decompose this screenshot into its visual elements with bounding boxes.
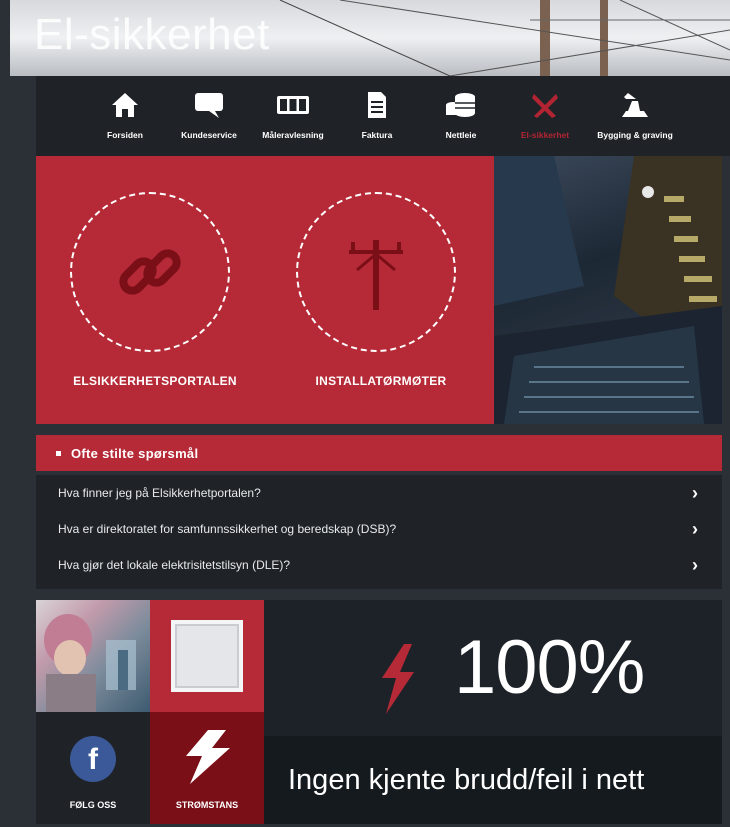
follow-label: FØLG OSS — [69, 800, 117, 810]
nav-item-label: Bygging & graving — [597, 130, 673, 140]
meter-icon — [276, 90, 310, 120]
winter-photo[interactable] — [36, 600, 150, 712]
page-title: El-sikkerhet — [34, 10, 270, 59]
skyscraper-photo — [494, 156, 722, 424]
nav-item-label: Måleravlesning — [262, 130, 324, 140]
nav-item-label: Faktura — [361, 130, 393, 140]
status-message: Ingen kjente brudd/feil i nett — [288, 764, 645, 796]
excavator-icon — [618, 90, 652, 120]
coins-icon — [444, 90, 478, 120]
bullet-icon — [56, 450, 61, 456]
chevron-right-icon: › — [692, 482, 698, 503]
tools-icon — [528, 90, 562, 120]
power-pole-icon — [349, 240, 403, 310]
nav-item-label: Kundeservice — [181, 130, 237, 140]
light-switch-tile[interactable] — [150, 600, 264, 712]
faq-question: Hva gjør det lokale elektrisitetstilsyn … — [58, 558, 291, 572]
dashed-circle — [70, 192, 230, 352]
faq-question: Hva finner jeg på Elsikkerhetportalen? — [58, 486, 261, 500]
nav-item-forsiden[interactable]: Forsiden — [83, 76, 167, 156]
speech-bubble-icon — [192, 90, 226, 120]
faq-title: Ofte stilte spørsmål — [71, 445, 199, 461]
home-icon — [108, 90, 142, 120]
nav-item-bygging-graving[interactable]: Bygging & graving — [587, 76, 683, 156]
faq-list: Hva finner jeg på Elsikkerhetportalen? ›… — [36, 475, 722, 589]
dashed-circle — [296, 192, 456, 352]
link-label: INSTALLATØRMØTER — [315, 374, 447, 388]
document-icon — [360, 90, 394, 120]
faq-question: Hva er direktoratet for samfunnssikkerhe… — [58, 522, 397, 536]
outage-label: STRØMSTANS — [175, 800, 239, 810]
facebook-icon: f — [70, 736, 116, 782]
link-elsikkerhetsportalen[interactable]: ELSIKKERHETSPORTALEN — [60, 192, 240, 402]
hero-banner: El-sikkerhet — [10, 0, 730, 76]
lightning-bolt-icon — [382, 644, 414, 714]
nav-item-nettleie[interactable]: Nettleie — [419, 76, 503, 156]
quick-links-panel: ELSIKKERHETSPORTALEN INSTALLATØRMØTER — [36, 156, 494, 424]
faq-header: Ofte stilte spørsmål — [36, 435, 722, 471]
chevron-right-icon: › — [692, 554, 698, 575]
faq-item[interactable]: Hva er direktoratet for samfunnssikkerhe… — [36, 511, 722, 547]
nav-item-kundeservice[interactable]: Kundeservice — [167, 76, 251, 156]
status-message-panel: Ingen kjente brudd/feil i nett — [264, 736, 722, 824]
follow-us-tile[interactable]: f FØLG OSS — [36, 712, 150, 824]
nav-item-label: Nettleie — [445, 130, 477, 140]
status-percent: 100% — [454, 625, 645, 710]
chevron-right-icon: › — [692, 518, 698, 539]
nav-item-label: El-sikkerhet — [520, 130, 570, 140]
faq-item[interactable]: Hva finner jeg på Elsikkerhetportalen? › — [36, 475, 722, 511]
light-switch-icon — [171, 620, 243, 692]
grid-status-panel: 100% — [264, 600, 722, 736]
link-installatormoter[interactable]: INSTALLATØRMØTER — [286, 192, 466, 402]
lightning-bolt-icon — [186, 730, 230, 784]
link-label: ELSIKKERHETSPORTALEN — [73, 374, 237, 388]
chain-link-icon — [119, 249, 181, 295]
nav-item-faktura[interactable]: Faktura — [335, 76, 419, 156]
faq-item[interactable]: Hva gjør det lokale elektrisitetstilsyn … — [36, 547, 722, 583]
power-outage-tile[interactable]: STRØMSTANS — [150, 712, 264, 824]
main-nav: Forsiden Kundeservice Måleravlesning Fak… — [36, 76, 730, 156]
nav-item-label: Forsiden — [107, 130, 143, 140]
nav-item-maleravlesning[interactable]: Måleravlesning — [251, 76, 335, 156]
nav-item-el-sikkerhet[interactable]: El-sikkerhet — [503, 76, 587, 156]
